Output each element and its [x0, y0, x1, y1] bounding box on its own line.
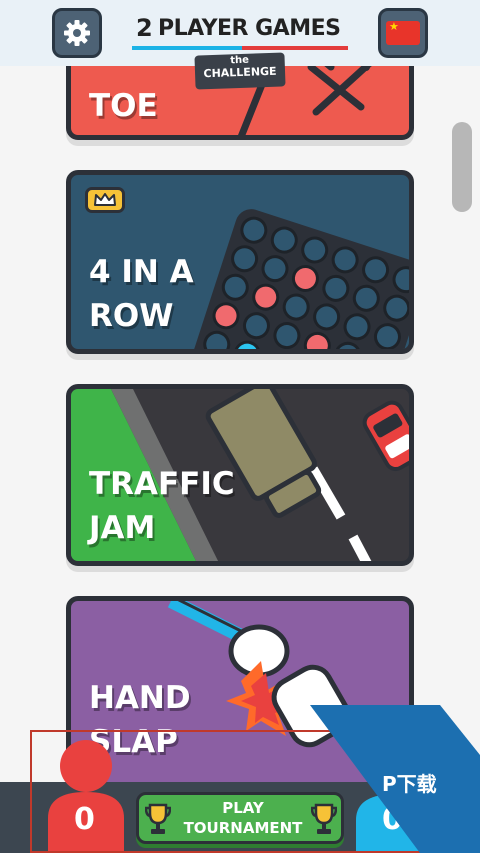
game-card-4-in-a-row[interactable]: 4 IN A ROW — [66, 170, 414, 354]
scrollbar-thumb[interactable] — [452, 122, 472, 212]
logo-number: 2 — [136, 14, 153, 42]
language-button[interactable]: ★ — [378, 8, 428, 58]
play-label-line-2: TOURNAMENT — [183, 819, 303, 837]
logo-underline-blue — [132, 46, 242, 50]
app-logo: 2 PLAYER GAMES — [130, 12, 350, 56]
game-title-line-1: TRAFFIC — [89, 466, 235, 502]
settings-button[interactable] — [52, 8, 102, 58]
game-title-line-2: JAM — [89, 510, 156, 546]
china-flag-icon: ★ — [386, 21, 420, 45]
player-red-score-value: 0 — [74, 802, 95, 837]
badge-challenge: CHALLENGE — [203, 64, 277, 81]
player-red-score: 0 — [48, 740, 124, 853]
game-title-line-1: 4 IN A — [89, 254, 194, 290]
game-card-traffic-jam[interactable]: TRAFFIC JAM — [66, 384, 414, 566]
gear-icon — [64, 20, 90, 46]
watermark-text: P下载 — [382, 772, 437, 796]
trophy-icon-left — [145, 803, 171, 834]
flag-star-icon: ★ — [389, 20, 399, 33]
game-title: TOE — [89, 88, 158, 124]
game-title-line-2: ROW — [89, 298, 174, 334]
challenge-badge: the CHALLENGE — [194, 52, 286, 90]
play-tournament-label: PLAY TOURNAMENT — [169, 798, 317, 838]
board-hole — [363, 350, 393, 354]
play-label-line-1: PLAY — [222, 799, 264, 817]
game-title-line-1: HAND — [89, 680, 191, 716]
logo-underline-red — [242, 46, 348, 50]
logo-text: PLAYER GAMES — [158, 16, 341, 41]
board-hole — [263, 349, 293, 354]
